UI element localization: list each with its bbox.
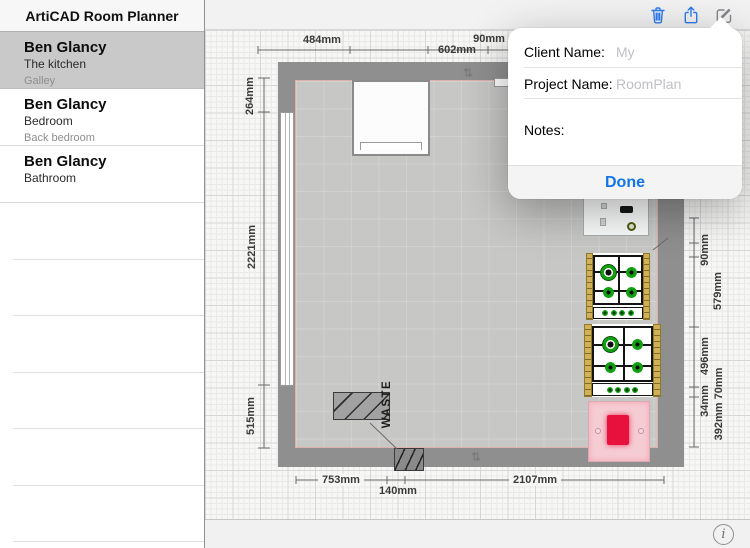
project-sidebar: ArtiCAD Room Planner Ben Glancy The kitc… — [0, 0, 205, 548]
dim-label: 90mm — [699, 234, 711, 266]
share-icon[interactable] — [681, 5, 701, 25]
top-toolbar — [205, 0, 750, 30]
sidebar-header: ArtiCAD Room Planner — [0, 0, 204, 32]
empty-row — [13, 316, 204, 373]
dim-label: 579mm — [712, 272, 724, 310]
dim-label: 140mm — [379, 485, 417, 497]
app-window: ArtiCAD Room Planner Ben Glancy The kitc… — [0, 0, 750, 548]
project-name-label: Project Name: — [524, 75, 613, 92]
dim-label: 602mm — [438, 44, 476, 56]
empty-row — [13, 260, 204, 316]
app-title: ArtiCAD Room Planner — [25, 7, 179, 24]
sidebar-item-bedroom[interactable]: Ben Glancy Bedroom Back bedroom — [0, 89, 204, 146]
dim-label: 264mm — [244, 77, 256, 115]
dim-label: 496mm — [699, 337, 711, 375]
client-name-row: Client Name: My — [508, 36, 742, 68]
sidebar-item-bathroom[interactable]: Ben Glancy Bathroom — [0, 146, 204, 203]
dim-label: 90mm — [473, 33, 505, 45]
client-name: Ben Glancy — [24, 39, 107, 56]
empty-row — [13, 203, 204, 260]
client-name: Ben Glancy — [24, 96, 107, 113]
separator — [524, 98, 742, 99]
notes-row: Notes: — [508, 120, 742, 140]
empty-row — [13, 486, 204, 542]
dim-label: 484mm — [303, 34, 341, 46]
layout-name: Back bedroom — [24, 132, 95, 144]
dim-label: 2221mm — [246, 224, 258, 270]
dim-label: 392mm 70mm — [713, 367, 725, 441]
notes-label: Notes: — [524, 122, 565, 138]
dim-label: 34mm — [699, 385, 711, 417]
popover-footer: Done — [508, 165, 742, 199]
dim-label: 753mm — [318, 474, 364, 486]
empty-row — [13, 429, 204, 486]
empty-row — [13, 373, 204, 429]
project-details-popover: Client Name: My Project Name: RoomPlan N… — [508, 17, 742, 199]
client-name: Ben Glancy — [24, 153, 107, 170]
client-name-field[interactable]: My — [616, 44, 635, 60]
room-name: Bedroom — [24, 114, 73, 128]
dim-label: 2107mm — [508, 474, 562, 486]
info-icon[interactable]: i — [713, 524, 734, 545]
sidebar-item-kitchen[interactable]: Ben Glancy The kitchen Galley — [0, 32, 204, 89]
trash-icon[interactable] — [648, 5, 668, 25]
project-name-row: Project Name: RoomPlan — [508, 68, 742, 99]
client-name-label: Client Name: — [524, 44, 605, 60]
room-name: Bathroom — [24, 171, 77, 185]
room-name: The kitchen — [24, 57, 87, 71]
popover-arrow — [709, 17, 733, 29]
dim-label: 515mm — [245, 397, 257, 435]
bottom-bar: i — [205, 519, 750, 548]
project-name-field[interactable]: RoomPlan — [616, 76, 681, 92]
layout-name: Galley — [24, 75, 56, 87]
info-glyph: i — [721, 527, 726, 542]
done-button[interactable]: Done — [605, 174, 645, 192]
